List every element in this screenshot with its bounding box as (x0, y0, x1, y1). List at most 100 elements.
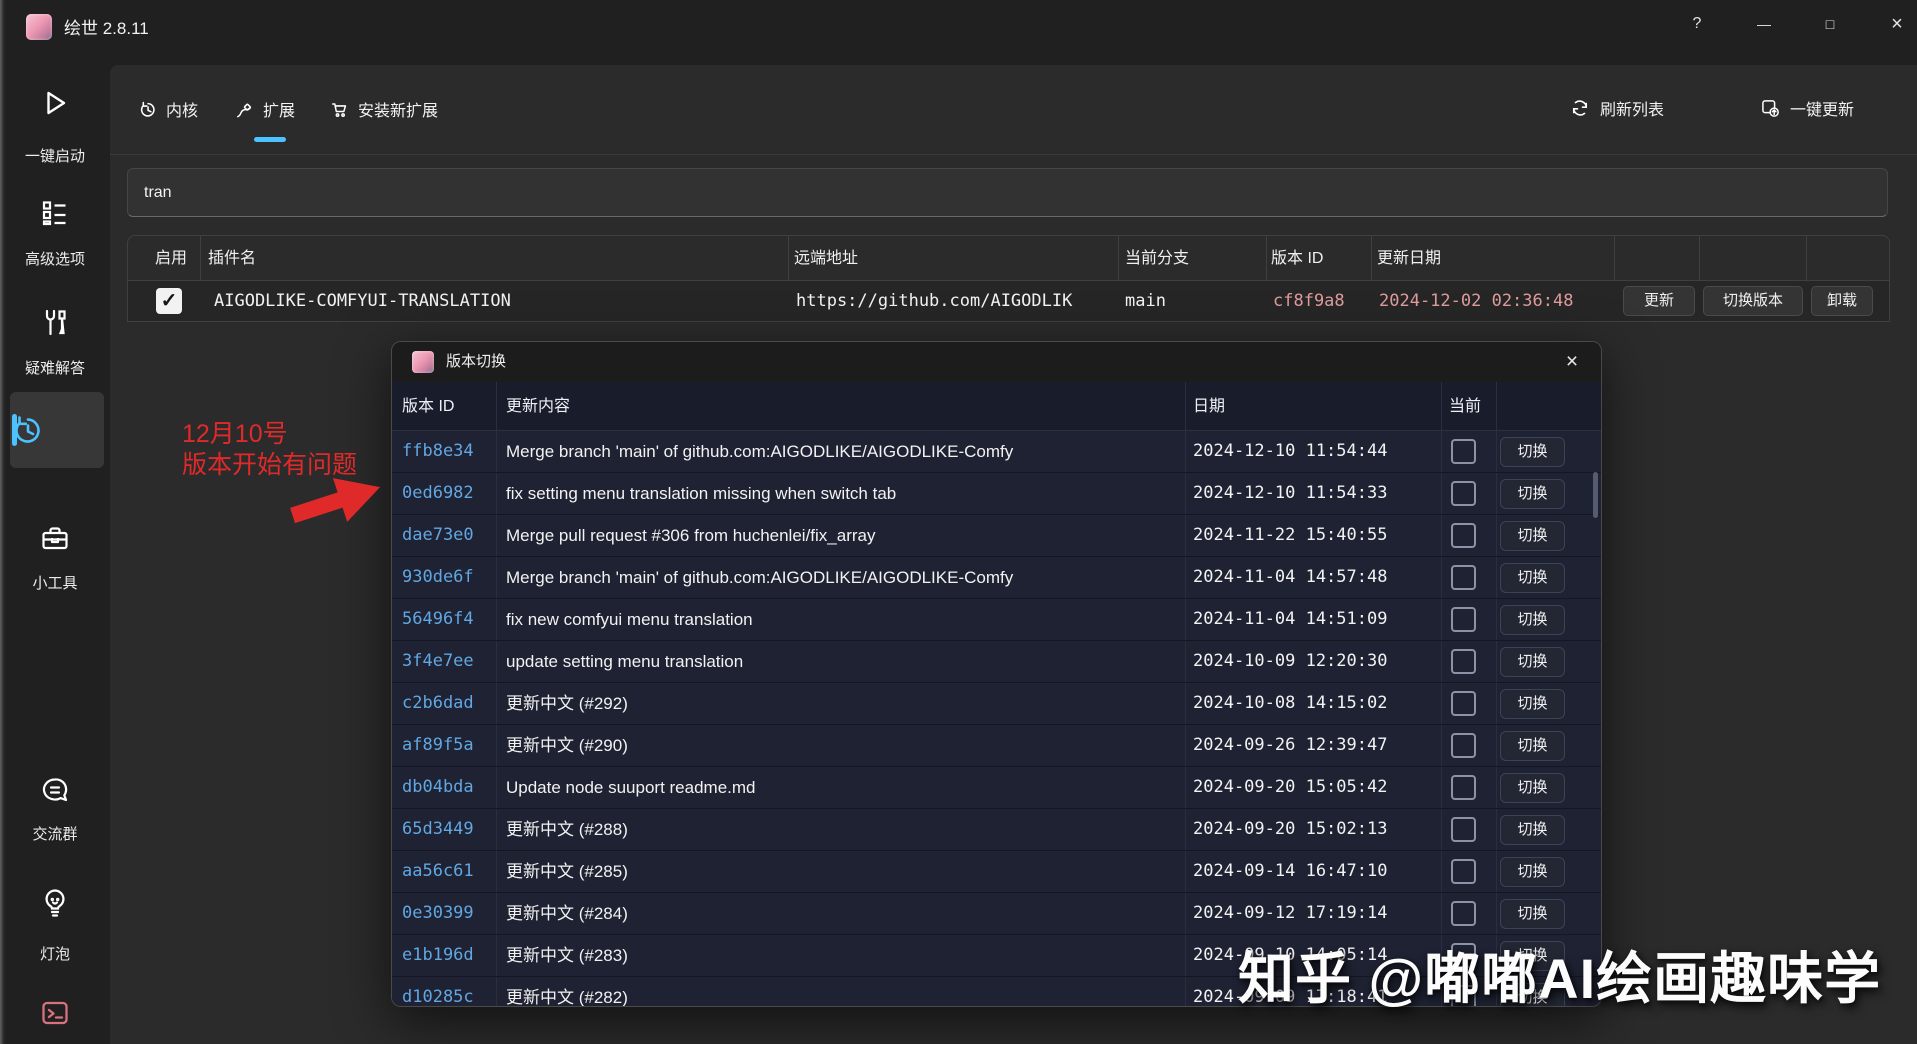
switch-button[interactable]: 切换 (1500, 731, 1565, 761)
version-switch-dialog: 版本切换 × 版本 ID 更新内容 日期 当前 ffb8e34 Merge br… (391, 341, 1602, 1007)
col-current: 当前 (1449, 398, 1482, 415)
modal-scrollbar-thumb[interactable] (1593, 472, 1598, 518)
tabbar-separator (110, 154, 1917, 155)
current-checkbox[interactable] (1451, 733, 1476, 758)
refresh-list-button[interactable]: 刷新列表 (1570, 92, 1664, 124)
sidebar-label-advanced: 高级选项 (24, 251, 85, 268)
tab-kernel-label: 内核 (166, 103, 199, 120)
switch-button[interactable]: 切换 (1500, 689, 1565, 719)
commit-date: 2024-09-20 15:05:42 (1193, 777, 1388, 797)
switch-button[interactable]: 切换 (1500, 563, 1565, 593)
version-row: af89f5a 更新中文 (#290) 2024-09-26 12:39:47 … (392, 725, 1601, 767)
current-checkbox[interactable] (1451, 565, 1476, 590)
extension-row: ✓ AIGODLIKE-COMFYUI-TRANSLATION https://… (127, 281, 1890, 322)
search-input[interactable] (127, 168, 1888, 217)
help-button[interactable]: ? (1680, 8, 1714, 40)
switch-button[interactable]: 切换 (1500, 647, 1565, 677)
col-remote: 远端地址 (794, 250, 859, 267)
update-button[interactable]: 更新 (1623, 286, 1695, 316)
switch-button[interactable]: 切换 (1500, 521, 1565, 551)
sidebar: 一键启动 高级选项 疑难解答 小工具 交流群 灯泡 (0, 65, 110, 1044)
col-message: 更新内容 (506, 398, 571, 415)
switch-button[interactable]: 切换 (1500, 857, 1565, 887)
dialog-title: 版本切换 (446, 353, 507, 370)
active-tab-underline (254, 137, 286, 142)
current-checkbox[interactable] (1451, 691, 1476, 716)
current-checkbox[interactable] (1451, 775, 1476, 800)
current-checkbox[interactable] (1451, 439, 1476, 464)
switch-version-button[interactable]: 切换版本 (1703, 286, 1803, 316)
close-icon[interactable]: × (1542, 342, 1601, 382)
commit-message: 更新中文 (#292) (506, 694, 628, 713)
sidebar-item-tips[interactable] (0, 887, 110, 924)
commit-date: 2024-11-04 14:57:48 (1193, 567, 1388, 587)
commit-date: 2024-10-09 12:20:30 (1193, 651, 1388, 671)
current-checkbox[interactable] (1451, 523, 1476, 548)
sidebar-item-advanced[interactable] (0, 197, 110, 234)
commit-message: fix new comfyui menu translation (506, 610, 753, 629)
col-version-id: 版本 ID (402, 398, 455, 415)
watermark: 知乎 @嘟嘟AI绘画趣味学 (1238, 947, 1882, 1010)
update-all-button[interactable]: 一键更新 (1760, 92, 1854, 124)
switch-button[interactable]: 切换 (1500, 773, 1565, 803)
commit-message: 更新中文 (#285) (506, 862, 628, 881)
minimize-button[interactable]: — (1747, 8, 1781, 40)
col-branch: 当前分支 (1125, 250, 1190, 267)
maximize-button[interactable]: □ (1813, 8, 1847, 40)
switch-button[interactable]: 切换 (1500, 479, 1565, 509)
commit-message: Merge branch 'main' of github.com:AIGODL… (506, 568, 1014, 587)
switch-button[interactable]: 切换 (1500, 605, 1565, 635)
sidebar-item-version-manager[interactable] (10, 392, 104, 468)
tab-install-extensions[interactable]: 安装新扩展 (330, 96, 438, 122)
sidebar-item-group[interactable] (0, 775, 110, 812)
switch-button[interactable]: 切换 (1500, 437, 1565, 467)
refresh-list-label: 刷新列表 (1600, 102, 1665, 119)
dialog-title-bar: 版本切换 × (392, 342, 1601, 382)
sidebar-label-troubleshoot: 疑难解答 (24, 360, 85, 377)
commit-date: 2024-09-12 17:19:14 (1193, 903, 1388, 923)
version-row: 56496f4 fix new comfyui menu translation… (392, 599, 1601, 641)
uninstall-button[interactable]: 卸载 (1811, 286, 1873, 316)
commit-hash: c2b6dad (402, 693, 474, 713)
sidebar-item-troubleshoot[interactable] (0, 307, 110, 344)
enabled-checkbox[interactable]: ✓ (156, 288, 182, 314)
close-button[interactable]: × (1880, 8, 1914, 40)
commit-hash: af89f5a (402, 735, 474, 755)
sidebar-item-tools[interactable] (0, 523, 110, 560)
sidebar-item-console[interactable] (0, 997, 110, 1034)
tab-extensions-label: 扩展 (263, 103, 296, 120)
commit-date: 2024-09-26 12:39:47 (1193, 735, 1388, 755)
switch-button[interactable]: 切换 (1500, 815, 1565, 845)
tab-install-label: 安装新扩展 (358, 103, 439, 120)
current-checkbox[interactable] (1451, 901, 1476, 926)
col-date: 日期 (1193, 398, 1226, 415)
switch-button[interactable]: 切换 (1500, 899, 1565, 929)
commit-hash: dae73e0 (402, 525, 474, 545)
list-icon (39, 197, 71, 229)
col-enabled: 启用 (155, 250, 188, 267)
commit-hash: d10285c (402, 987, 474, 1007)
commit-message: update setting menu translation (506, 652, 744, 671)
current-checkbox[interactable] (1451, 817, 1476, 842)
current-checkbox[interactable] (1451, 607, 1476, 632)
version-row: dae73e0 Merge pull request #306 from huc… (392, 515, 1601, 557)
tab-extensions[interactable]: 扩展 (235, 96, 295, 122)
current-checkbox[interactable] (1451, 859, 1476, 884)
current-checkbox[interactable] (1451, 481, 1476, 506)
current-checkbox[interactable] (1451, 649, 1476, 674)
commit-message: Merge pull request #306 from huchenlei/f… (506, 526, 876, 545)
tools-icon (39, 307, 71, 339)
sidebar-item-launch[interactable] (0, 87, 110, 124)
update-all-label: 一键更新 (1790, 102, 1855, 119)
commit-hash: 930de6f (402, 567, 474, 587)
extension-branch: main (1125, 291, 1166, 311)
commit-hash: 56496f4 (402, 609, 474, 629)
commit-message: 更新中文 (#282) (506, 988, 628, 1007)
tab-kernel[interactable]: 内核 (138, 96, 198, 122)
commit-hash: 0ed6982 (402, 483, 474, 503)
sidebar-label-group: 交流群 (32, 826, 78, 843)
commit-date: 2024-12-10 11:54:44 (1193, 441, 1388, 461)
extension-remote: https://github.com/AIGODLIK (796, 291, 1073, 311)
version-row: c2b6dad 更新中文 (#292) 2024-10-08 14:15:02 … (392, 683, 1601, 725)
version-table-header: 版本 ID 更新内容 日期 当前 (392, 382, 1601, 431)
